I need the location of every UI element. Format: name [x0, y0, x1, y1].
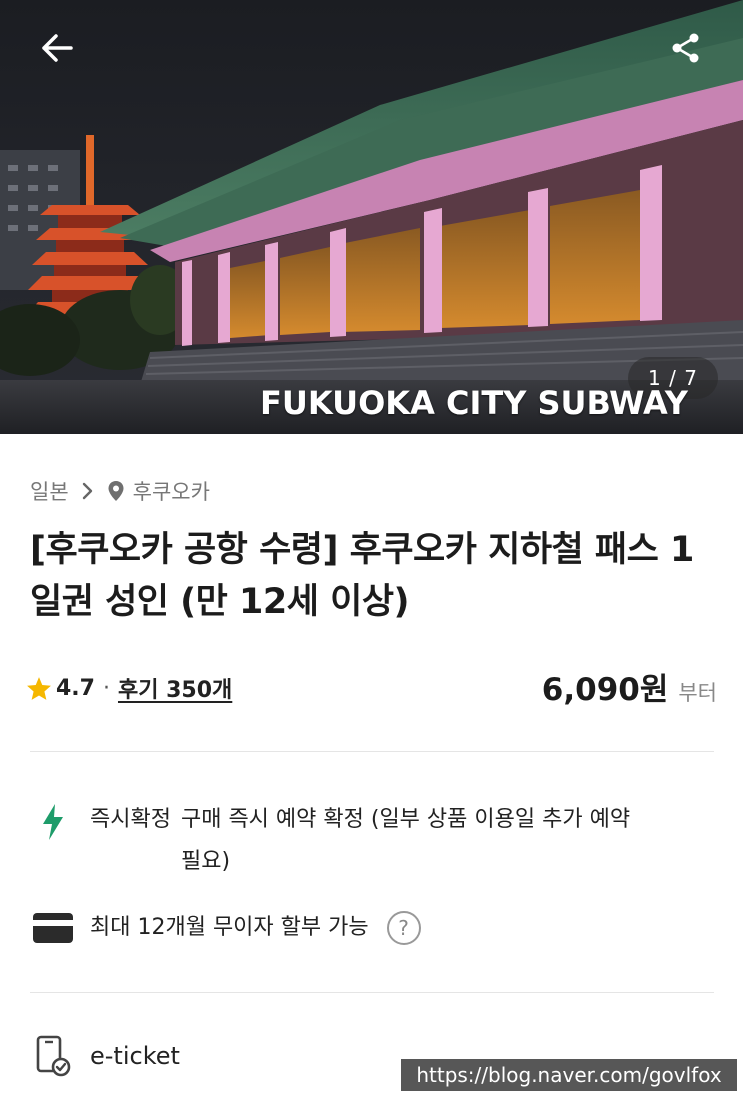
breadcrumb-city[interactable]: 후쿠오카 [133, 476, 210, 506]
eticket-label: e-ticket [90, 1042, 180, 1070]
installment-label: 최대 12개월 무이자 할부 가능 [90, 915, 369, 940]
instant-confirm-label: 즉시확정 [90, 807, 171, 832]
lightning-icon [30, 802, 76, 842]
star-icon [26, 676, 52, 701]
help-icon[interactable]: ? [386, 911, 421, 945]
breadcrumb-country[interactable]: 일본 [30, 476, 69, 506]
instant-confirm-description: 구매 즉시 예약 확정 (일부 상품 이용일 추가 예약 필요) [180, 807, 631, 874]
location-pin-icon [107, 480, 125, 502]
back-button[interactable] [30, 24, 84, 72]
price-amount: 6,090원 [541, 672, 669, 708]
product-title: [후쿠오카 공항 수령] 후쿠오카 지하철 패스 1일권 성인 (만 12세 이… [30, 530, 694, 622]
image-caption: FUKUOKA CITY SUBWAY [260, 384, 688, 422]
credit-card-icon [30, 908, 76, 948]
mobile-ticket-icon [30, 1035, 76, 1077]
hero-image-carousel[interactable]: 1 / 7 FUKUOKA CITY SUBWAY [0, 0, 743, 434]
divider [30, 992, 714, 993]
share-icon [672, 33, 699, 63]
share-button[interactable] [660, 24, 712, 72]
chevron-right-icon [81, 482, 93, 500]
arrow-left-icon [42, 34, 73, 62]
watermark: https://blog.naver.com/govlfox [401, 1059, 737, 1091]
feature-instant-confirm: 즉시확정 구매 즉시 예약 확정 (일부 상품 이용일 추가 예약 필요) [30, 802, 651, 883]
feature-eticket: e-ticket [30, 1035, 180, 1077]
breadcrumb: 일본 후쿠오카 [30, 476, 210, 506]
rating-score: 4.7 [56, 675, 95, 701]
rating-separator: · [102, 675, 110, 701]
price-suffix: 부터 [678, 681, 717, 705]
rating-summary: 4.7 · 후기 350개 [26, 672, 232, 704]
review-count-link[interactable]: 후기 350개 [118, 672, 232, 704]
price-block: 6,090원 부터 [542, 664, 717, 709]
divider [30, 751, 714, 752]
feature-installment: 최대 12개월 무이자 할부 가능 ? [30, 908, 421, 948]
